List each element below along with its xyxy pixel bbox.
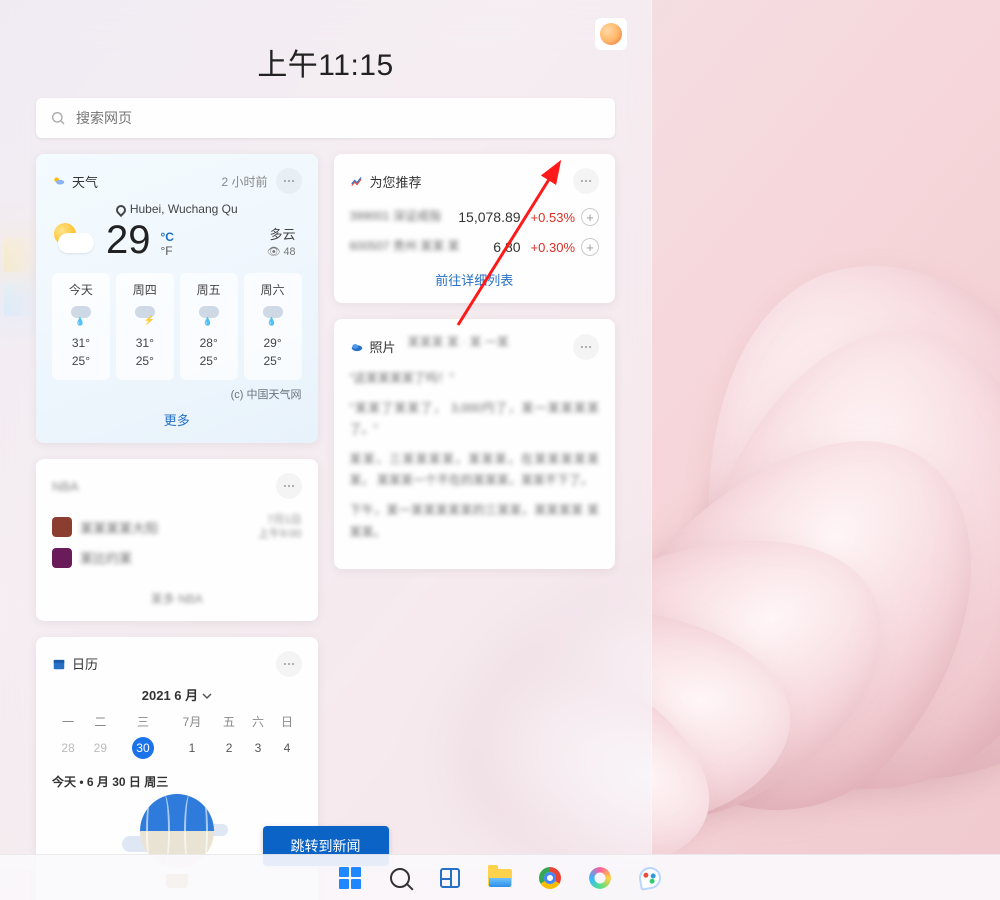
- browser-button[interactable]: [586, 864, 614, 892]
- photos-title: 照片: [370, 337, 396, 356]
- photos-text: 下午，某一某某某某某的三某某，某某某某 某某某。: [350, 500, 600, 543]
- weather-more-button[interactable]: [276, 168, 302, 194]
- photos-text: "某某了某某了， 3,000円了，某一某某某某了。": [350, 398, 600, 441]
- photos-text: 某某，三某某某某，某某某，在某某某某某某， 某某某一个不在的某某某，某某不下了。: [350, 449, 600, 492]
- taskbar: [0, 854, 1000, 900]
- add-stock-button[interactable]: +: [581, 238, 599, 256]
- paint-button[interactable]: [636, 864, 664, 892]
- chart-icon: [350, 174, 364, 188]
- photos-text: "这某某某某了吗！": [350, 368, 600, 390]
- weather-location: Hubei, Wuchang Qu: [52, 202, 302, 216]
- location-icon: [114, 203, 128, 217]
- search-box[interactable]: [36, 98, 615, 138]
- team-name: 某某某某大阳: [80, 518, 158, 537]
- game-time: 7月1日上午9:00: [258, 513, 301, 542]
- forecast-day[interactable]: 周四⚡31°25°: [116, 273, 174, 380]
- chrome-button[interactable]: [536, 864, 564, 892]
- calendar-icon: [52, 657, 66, 671]
- forecast-day[interactable]: 今天💧31°25°: [52, 273, 110, 380]
- onedrive-icon: [350, 340, 364, 354]
- calendar-month[interactable]: 2021 6 月: [52, 685, 302, 704]
- sports-card: NBA 某某某某大阳 7月1日上午9:00 某比约某 某多 NBA: [36, 459, 318, 621]
- photos-subhead: 某某某 某 · 某 一某: [408, 333, 509, 350]
- weather-temp: 29: [106, 218, 151, 263]
- finance-row[interactable]: 399001 深证成指15,078.89+0.53%+: [350, 202, 600, 232]
- weather-now-icon: [52, 219, 96, 263]
- team-logo: [52, 517, 72, 537]
- search-icon: [50, 110, 66, 126]
- forecast-row: 今天💧31°25°周四⚡31°25°周五💧28°25°周六💧29°25°: [52, 273, 302, 380]
- calendar-more-button[interactable]: [276, 651, 302, 677]
- file-explorer-button[interactable]: [486, 864, 514, 892]
- sports-footer[interactable]: 某多 NBA: [52, 590, 302, 607]
- forecast-day[interactable]: 周六💧29°25°: [244, 273, 302, 380]
- start-button[interactable]: [336, 864, 364, 892]
- weather-card: 天气 2 小时前 Hubei, Wuchang Qu 29 °C °F 多云 👁…: [36, 154, 318, 443]
- temp-unit-toggle[interactable]: °C °F: [161, 230, 174, 258]
- sports-more-button[interactable]: [276, 473, 302, 499]
- recommend-card: 为您推荐 399001 深证成指15,078.89+0.53%+600507 贵…: [334, 154, 616, 303]
- photos-card: 照片 某某某 某 · 某 一某 "这某某某某了吗！" "某某了某某了， 3,00…: [334, 319, 616, 569]
- sports-title: NBA: [52, 479, 79, 494]
- weather-title: 天气: [72, 172, 98, 191]
- recommend-more-button[interactable]: [573, 168, 599, 194]
- widgets-button[interactable]: [436, 864, 464, 892]
- recommend-title: 为您推荐: [370, 172, 422, 191]
- clock: 上午11:15: [36, 40, 615, 84]
- weather-updated: 2 小时前: [221, 173, 267, 190]
- add-stock-button[interactable]: +: [581, 208, 599, 226]
- weather-icon: [52, 174, 66, 188]
- calendar-today-line: 今天 • 6 月 30 日 周三: [52, 773, 302, 790]
- game-row[interactable]: 某比约某: [52, 548, 302, 568]
- finance-row[interactable]: 600507 贵州 某某 某6.80+0.30%+: [350, 232, 600, 262]
- chevron-down-icon: [202, 691, 212, 701]
- widgets-panel: 上午11:15 天气 2 小时前 Hubei, Wuchang Qu 29: [0, 0, 652, 870]
- search-input[interactable]: [76, 110, 601, 126]
- weather-attribution: (c) 中国天气网: [52, 386, 302, 402]
- recommend-details-link[interactable]: 前往详细列表: [350, 270, 600, 289]
- weather-condition: 多云 👁 48: [267, 224, 302, 258]
- taskbar-search-button[interactable]: [386, 864, 414, 892]
- forecast-day[interactable]: 周五💧28°25°: [180, 273, 238, 380]
- calendar-grid[interactable]: 一二三7月五六日 2829301234: [52, 710, 302, 763]
- team-name: 某比约某: [80, 548, 132, 567]
- user-avatar[interactable]: [595, 18, 627, 50]
- weather-more-link[interactable]: 更多: [52, 410, 302, 429]
- game-row[interactable]: 某某某某大阳 7月1日上午9:00: [52, 513, 302, 542]
- calendar-title: 日历: [72, 654, 98, 673]
- team-logo: [52, 548, 72, 568]
- photos-more-button[interactable]: [573, 334, 599, 360]
